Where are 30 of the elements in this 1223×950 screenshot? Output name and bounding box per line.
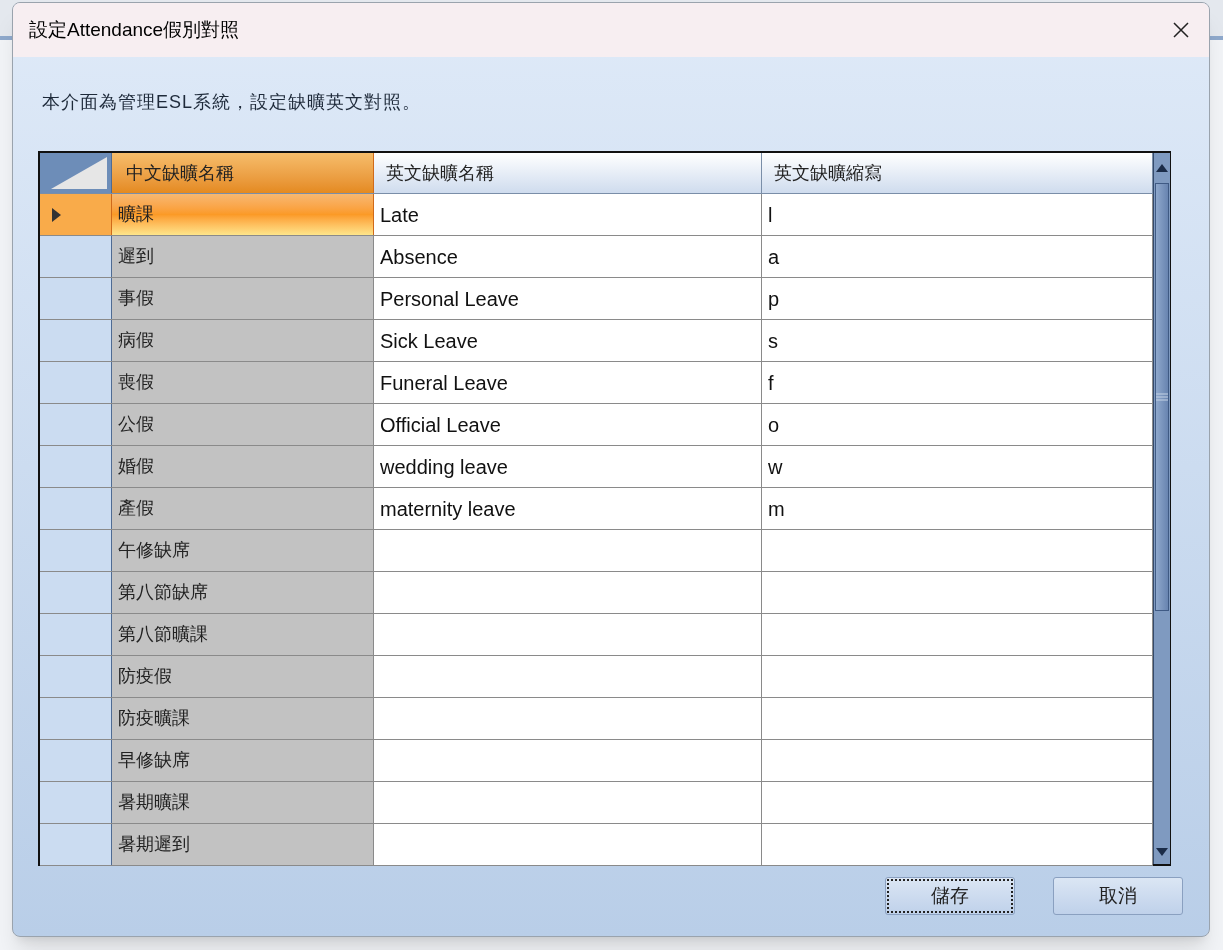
table-cell: 第八節缺席: [112, 572, 374, 613]
table-cell: 防疫假: [112, 656, 374, 697]
corner-header[interactable]: [40, 153, 112, 193]
table-cell: 遲到: [112, 236, 374, 277]
current-row-icon: [52, 207, 61, 222]
table-cell: 產假: [112, 488, 374, 529]
table-cell: 事假: [112, 278, 374, 319]
table-cell: 曠課: [112, 194, 374, 235]
column-header[interactable]: 中文缺曠名稱: [112, 153, 374, 193]
table-cell: 防疫曠課: [112, 698, 374, 739]
scroll-thumb[interactable]: [1155, 183, 1169, 611]
table-cell: 喪假: [112, 362, 374, 403]
window-title: 設定Attendance假別對照: [29, 17, 240, 42]
scrollbar[interactable]: [1153, 153, 1170, 864]
table-cell: 暑期遲到: [112, 824, 374, 865]
table-cell: 暑期曠課: [112, 782, 374, 823]
close-icon: [1173, 22, 1189, 38]
description-text: 本介面為管理ESL系統，設定缺曠英文對照。: [42, 92, 422, 112]
save-button[interactable]: 儲存: [885, 877, 1015, 915]
row-header[interactable]: [40, 194, 112, 235]
select-all-icon: [51, 157, 107, 189]
column-header[interactable]: 英文缺曠縮寫: [762, 153, 1153, 193]
table-cell: 婚假: [112, 446, 374, 487]
table-cell: 第八節曠課: [112, 614, 374, 655]
table-cell: 公假: [112, 404, 374, 445]
column-header[interactable]: 英文缺曠名稱: [374, 153, 762, 193]
table-cell: 早修缺席: [112, 740, 374, 781]
cancel-button[interactable]: 取消: [1053, 877, 1183, 915]
table-cell: 病假: [112, 320, 374, 361]
table-cell: 午修缺席: [112, 530, 374, 571]
